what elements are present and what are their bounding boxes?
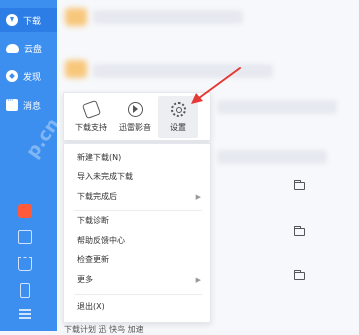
blurred-row [217,150,327,164]
sidebar: 下载 云盘 发现 消息 p.cn [0,0,64,331]
main-menu-toolbar: 下载支持 迅雷影音 设置 [63,92,211,141]
menu-item-label: 导入未完成下载 [77,172,133,181]
player-icon [127,102,143,117]
blurred-row [93,10,243,24]
menu-item-label: 帮助反馈中心 [77,236,125,245]
menu-icon[interactable] [18,308,32,320]
sidebar-item-label: 下载 [23,16,42,27]
sidebar-item-discover[interactable]: 发现 [0,64,57,88]
submenu-arrow-icon: ▶ [195,276,201,284]
open-folder-icon[interactable] [293,226,305,236]
blurred-thumbnail [65,8,87,26]
sidebar-item-label: 云盘 [24,44,43,55]
settings-button[interactable]: 设置 [158,96,198,138]
submenu-arrow-icon: ▶ [195,193,201,201]
open-folder-icon[interactable] [293,270,305,280]
xunlei-player-button[interactable]: 迅雷影音 [115,96,155,138]
crown-icon[interactable] [18,257,32,271]
menu-divider [74,210,202,211]
blurred-row [93,64,273,78]
menu-item-label: 下载诊断 [77,216,109,225]
menu-item-import-unfinished[interactable]: 导入未完成下载 [64,169,210,185]
menu-item-help-feedback[interactable]: 帮助反馈中心 [64,233,210,249]
menu-item-label: 下载完成后 [77,192,117,201]
sidebar-item-download[interactable]: 下载 [0,8,57,32]
menu-item-more[interactable]: 更多 ▶ [64,272,210,288]
blurred-thumbnail [65,60,87,78]
status-bar-text: 下载计划 迅 快鸟 加速 [64,325,144,334]
tool-label: 设置 [170,123,186,132]
sidebar-item-message[interactable]: 消息 [0,93,57,117]
download-support-button[interactable]: 下载支持 [71,96,111,138]
cloud-icon [6,43,19,53]
sidebar-item-label: 发现 [23,72,42,83]
menu-item-after-download[interactable]: 下载完成后 ▶ [64,189,210,205]
gamepad-icon[interactable] [18,230,32,244]
menu-item-label: 新建下载(N) [77,153,122,162]
main-menu: 新建下载(N) 导入未完成下载 下载完成后 ▶ 下载诊断 帮助反馈中心 检查更新… [63,143,211,323]
menu-item-new-download[interactable]: 新建下载(N) [64,150,210,166]
sidebar-item-label: 消息 [23,101,42,112]
download-icon [6,14,18,26]
open-folder-icon[interactable] [293,180,305,190]
menu-item-label: 更多 [77,275,93,284]
share-icon [81,99,101,120]
tool-label: 下载支持 [75,123,107,132]
phone-icon[interactable] [20,283,30,298]
gear-icon [170,102,186,117]
menu-item-download-diagnosis[interactable]: 下载诊断 [64,213,210,229]
blurred-row [217,100,337,114]
menu-item-label: 退出(X) [77,302,105,311]
menu-item-check-update[interactable]: 检查更新 [64,252,210,268]
menu-item-label: 检查更新 [77,255,109,264]
message-icon [6,96,18,111]
tool-label: 迅雷影音 [119,123,151,132]
menu-divider [74,294,202,295]
sidebar-item-cloud[interactable]: 云盘 [0,36,57,60]
discover-icon [6,70,18,82]
menu-item-exit[interactable]: 退出(X) [64,299,210,315]
red-app-icon[interactable] [18,204,32,218]
